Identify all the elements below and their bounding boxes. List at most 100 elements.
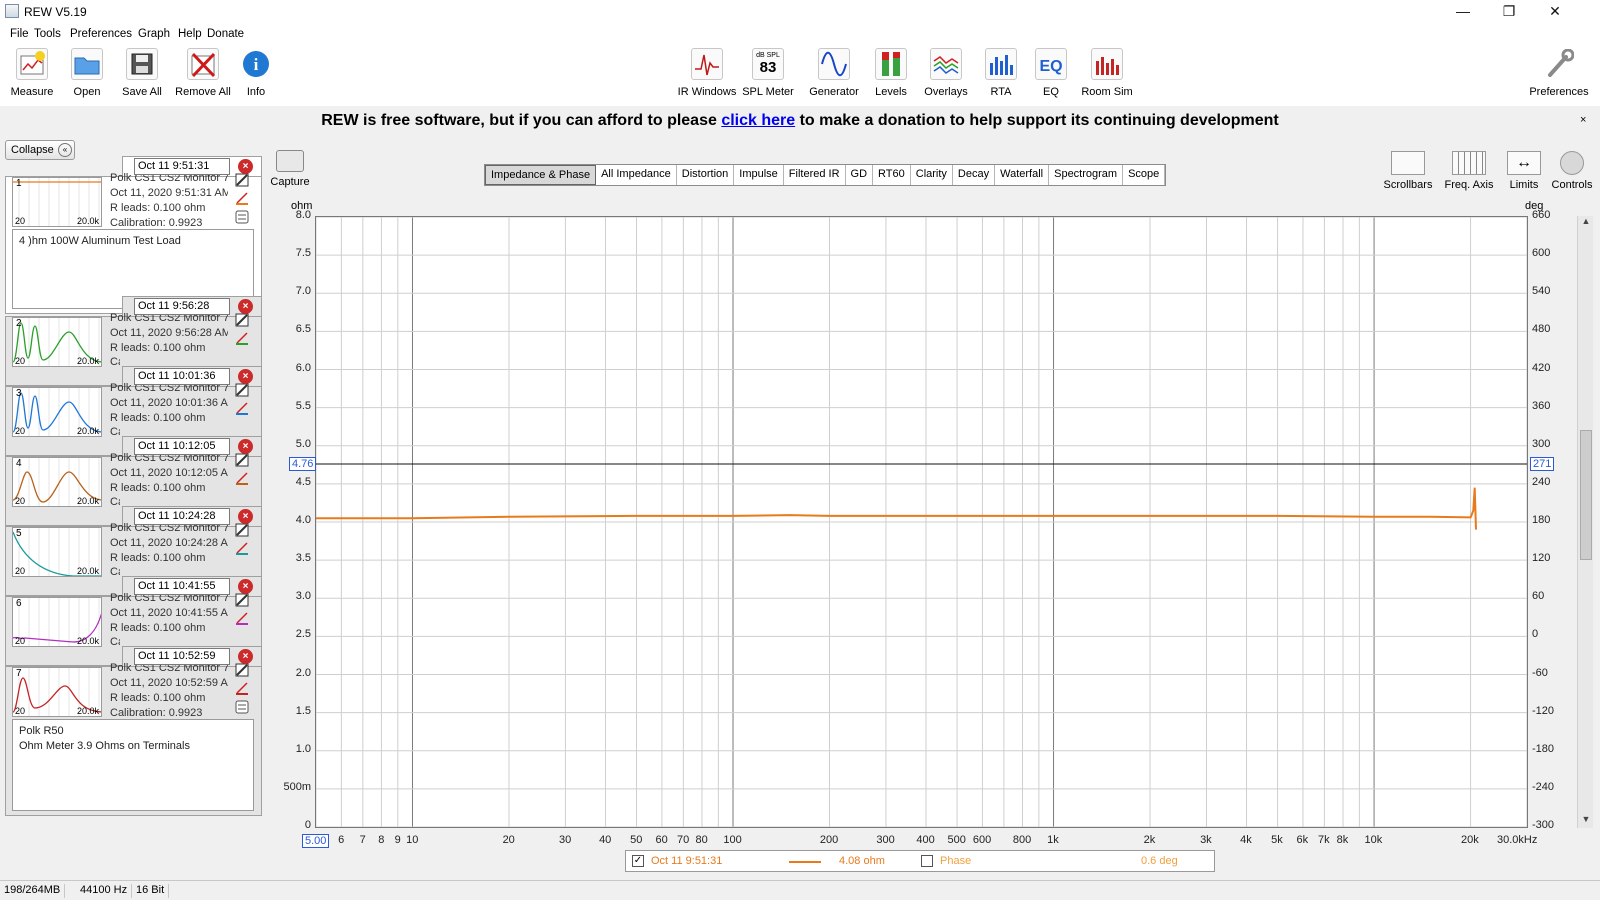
- graph-tab[interactable]: Scope: [1123, 165, 1166, 185]
- measurement-name-field[interactable]: Oct 11 10:12:05: [134, 438, 230, 455]
- settings-icon[interactable]: [235, 453, 249, 467]
- preferences-button[interactable]: Preferences: [1524, 48, 1594, 98]
- graph-tab[interactable]: GD: [846, 165, 874, 185]
- trace-color-icon[interactable]: [235, 681, 249, 695]
- graph-tab[interactable]: Decay: [953, 165, 996, 185]
- spl-meter-button[interactable]: dB SPL 83 SPL Meter: [733, 48, 803, 98]
- graph-tabs: Impedance & Phase All Impedance Distortion…: [484, 164, 1167, 186]
- settings-icon[interactable]: [235, 383, 249, 397]
- measurement-info-line: Oct 11, 2020 10:41:55 A: [110, 607, 228, 619]
- menu-tools[interactable]: Tools: [34, 28, 61, 40]
- x-tick-label: 30.0kHz: [1497, 834, 1538, 846]
- menu-help[interactable]: Help: [178, 28, 202, 40]
- trace-color-icon[interactable]: [235, 611, 249, 625]
- freq-axis-button[interactable]: Freq. Axis: [1439, 151, 1499, 191]
- measurement-thumbnail[interactable]: 7 20 20.0k: [12, 667, 102, 717]
- settings-icon[interactable]: [235, 663, 249, 677]
- overlays-icon: [930, 48, 962, 80]
- y2-tick-label: 120: [1532, 552, 1551, 565]
- measurement-info-line: Calibration: 0.9923: [110, 496, 120, 508]
- measurement-name-field[interactable]: Oct 11 10:41:55: [134, 578, 230, 595]
- measurement-info-line: Oct 11, 2020 10:12:05 A: [110, 467, 228, 479]
- thumbnail-freq-low: 20: [15, 566, 26, 576]
- measurement-thumbnail[interactable]: 1 20 20.0k: [12, 177, 102, 227]
- settings-icon[interactable]: [235, 523, 249, 537]
- trace-color-icon[interactable]: [235, 471, 249, 485]
- measurement-card[interactable]: 1 20 20.0k Polk CS1 CS2 Monitor 70 Oct 11, 2…: [5, 172, 262, 314]
- room-sim-button[interactable]: Room Sim: [1070, 48, 1144, 98]
- cursor-y-readout[interactable]: 4.76: [289, 457, 317, 472]
- remove-measurement-icon[interactable]: ×: [238, 369, 253, 384]
- measurement-name-field[interactable]: Oct 11 10:52:59: [134, 648, 230, 665]
- collapse-button[interactable]: Collapse «: [5, 140, 75, 160]
- minimize-button[interactable]: —: [1440, 0, 1486, 24]
- graph-tab[interactable]: Distortion: [677, 165, 735, 185]
- measurement-thumbnail[interactable]: 3 20 20.0k: [12, 387, 102, 437]
- measurement-number: 6: [16, 598, 22, 609]
- measurement-thumbnail[interactable]: 4 20 20.0k: [12, 457, 102, 507]
- settings-icon[interactable]: [235, 313, 249, 327]
- menu-preferences[interactable]: Preferences: [70, 28, 132, 40]
- menu-file[interactable]: File: [10, 28, 29, 40]
- thumbnail-freq-high: 20.0k: [76, 356, 99, 366]
- measurement-notes[interactable]: Polk R50 Ohm Meter 3.9 Ohms on Terminals: [12, 719, 254, 811]
- donation-link[interactable]: click here: [721, 112, 795, 129]
- scroll-thumb[interactable]: [1580, 430, 1592, 560]
- spl-meter-icon: dB SPL 83: [752, 48, 784, 80]
- trace-color-icon[interactable]: [235, 191, 249, 205]
- graph-tab[interactable]: Waterfall: [995, 165, 1050, 185]
- graph-tab[interactable]: Filtered IR: [784, 165, 846, 185]
- phase-visible-checkbox[interactable]: [921, 855, 933, 867]
- cursor-y2-readout[interactable]: 271: [1530, 457, 1555, 472]
- calibration-icon[interactable]: [235, 700, 249, 714]
- y-tick-label: 4.5: [295, 475, 311, 488]
- graph-tab[interactable]: Impulse: [734, 165, 784, 185]
- measurement-name-field[interactable]: Oct 11 10:01:36: [134, 368, 230, 385]
- capture-button[interactable]: Capture: [270, 150, 310, 188]
- rta-icon: [985, 48, 1017, 80]
- y-tick-label: 5.5: [295, 399, 311, 412]
- settings-icon[interactable]: [235, 593, 249, 607]
- settings-icon[interactable]: [235, 173, 249, 187]
- remove-measurement-icon[interactable]: ×: [238, 159, 253, 174]
- measurement-thumbnail[interactable]: 2 20 20.0k: [12, 317, 102, 367]
- remove-measurement-icon[interactable]: ×: [238, 299, 253, 314]
- ir-windows-icon: [691, 48, 723, 80]
- measurement-card[interactable]: 7 20 20.0k Polk CS1 CS2 Monitor 70 Oct 11, 2…: [5, 662, 262, 816]
- menu-graph[interactable]: Graph: [138, 28, 170, 40]
- y-tick-label: 8.0: [295, 209, 311, 221]
- remove-measurement-icon[interactable]: ×: [238, 579, 253, 594]
- calibration-icon[interactable]: [235, 210, 249, 224]
- plot-area[interactable]: [315, 216, 1528, 828]
- measurement-thumbnail[interactable]: 6 20 20.0k: [12, 597, 102, 647]
- series-visible-checkbox[interactable]: ✓: [632, 855, 644, 867]
- graph-tab[interactable]: Impedance & Phase: [485, 165, 597, 185]
- maximize-button[interactable]: ❐: [1486, 0, 1532, 24]
- save-all-button[interactable]: Save All: [107, 48, 177, 98]
- graph-tab[interactable]: Clarity: [911, 165, 953, 185]
- measurement-name-field[interactable]: Oct 11 9:56:28: [134, 298, 230, 315]
- trace-color-icon[interactable]: [235, 401, 249, 415]
- remove-measurement-icon[interactable]: ×: [238, 649, 253, 664]
- info-button[interactable]: i Info: [221, 48, 291, 98]
- menu-donate[interactable]: Donate: [207, 28, 244, 40]
- graph-tab[interactable]: All Impedance: [596, 165, 677, 185]
- close-window-button[interactable]: ✕: [1532, 0, 1578, 24]
- remove-measurement-icon[interactable]: ×: [238, 509, 253, 524]
- scrollbars-button[interactable]: Scrollbars: [1378, 151, 1438, 191]
- impedance-graph[interactable]: [316, 217, 1527, 827]
- graph-tab[interactable]: RT60: [873, 165, 911, 185]
- vertical-scrollbar[interactable]: ▲ ▼: [1577, 216, 1593, 828]
- scroll-down-arrow-icon[interactable]: ▼: [1578, 814, 1594, 828]
- graph-tab[interactable]: Spectrogram: [1049, 165, 1124, 185]
- measurement-name-field[interactable]: Oct 11 9:51:31: [134, 158, 230, 175]
- trace-color-icon[interactable]: [235, 331, 249, 345]
- banner-close-button[interactable]: ×: [1580, 114, 1586, 126]
- remove-measurement-icon[interactable]: ×: [238, 439, 253, 454]
- measurement-name-field[interactable]: Oct 11 10:24:28: [134, 508, 230, 525]
- measurement-thumbnail[interactable]: 5 20 20.0k: [12, 527, 102, 577]
- trace-color-icon[interactable]: [235, 541, 249, 555]
- scroll-up-arrow-icon[interactable]: ▲: [1578, 216, 1594, 230]
- scrollbars-label: Scrollbars: [1383, 179, 1433, 191]
- controls-button[interactable]: Controls: [1544, 151, 1600, 191]
